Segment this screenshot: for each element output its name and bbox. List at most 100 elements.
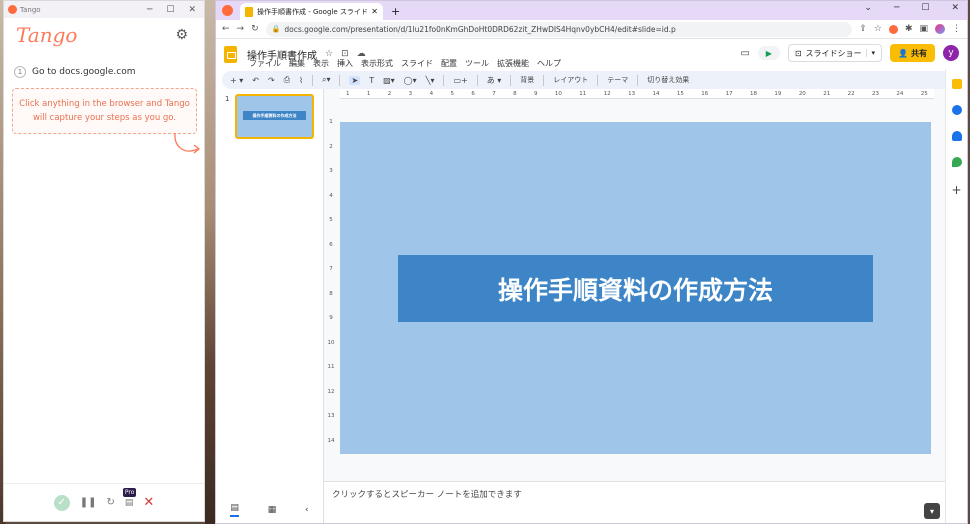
menu-edit[interactable]: 編集 — [289, 58, 305, 69]
menu-format[interactable]: 表示形式 — [361, 58, 393, 69]
comment-history-icon[interactable]: ▭ — [740, 48, 749, 59]
collapse-panel-icon[interactable]: ‹ — [305, 505, 309, 515]
notes-action-icon[interactable]: ▾ — [924, 503, 940, 519]
ruler-mark: 11 — [327, 364, 335, 371]
filmstrip-view-icon[interactable]: ▤ — [230, 503, 239, 517]
vertical-ruler[interactable]: 1 2 3 4 5 6 7 8 9 10 11 12 13 14 — [326, 109, 336, 454]
maximize-icon[interactable]: ☐ — [166, 5, 174, 15]
background-button[interactable]: 背景 — [520, 75, 534, 85]
tango-extension-icon[interactable] — [888, 24, 898, 34]
maps-icon[interactable] — [951, 157, 962, 167]
ruler-mark: 7 — [492, 90, 496, 97]
slide-title-box[interactable]: 操作手順資料の作成方法 — [398, 255, 873, 322]
paint-format-icon[interactable]: ⌇ — [299, 76, 303, 85]
more-vert-icon[interactable]: ⋮ — [952, 24, 961, 34]
menu-tools[interactable]: ツール — [465, 58, 489, 69]
ruler-mark: 14 — [652, 90, 660, 97]
comment-add-icon[interactable]: ▭+ — [453, 76, 467, 85]
menu-extensions[interactable]: 拡張機能 — [497, 58, 529, 69]
print-icon[interactable]: ⎙ — [284, 75, 290, 85]
tango-step-item[interactable]: 1 Go to docs.google.com — [4, 52, 204, 84]
select-cursor-icon[interactable]: ➤ — [349, 75, 361, 85]
back-icon[interactable]: ← — [222, 24, 230, 34]
restart-icon[interactable]: ↻ — [106, 497, 114, 508]
pause-icon[interactable]: ❚❚ — [80, 497, 97, 508]
tab-slides[interactable]: 操作手順書作成 - Google スライド ✕ — [240, 3, 383, 20]
ruler-mark: 12 — [603, 90, 611, 97]
speaker-notes[interactable]: クリックするとスピーカー ノートを追加できます ▾ — [324, 481, 946, 523]
slide-canvas[interactable]: 操作手順資料の作成方法 — [340, 122, 931, 454]
undo-icon[interactable]: ↶ — [252, 76, 259, 85]
menu-file[interactable]: ファイル — [249, 58, 281, 69]
ruler-mark: 3 — [408, 90, 413, 97]
reload-icon[interactable]: ↻ — [251, 24, 259, 34]
tango-logo: Tango — [16, 23, 78, 47]
keep-icon[interactable] — [951, 79, 962, 89]
tab-close-icon[interactable]: ✕ — [371, 7, 378, 16]
forward-icon[interactable]: → — [237, 24, 245, 34]
line-icon[interactable]: ╲▾ — [426, 76, 435, 85]
maximize-icon[interactable]: ☐ — [921, 3, 929, 13]
tab-title: 操作手順書作成 - Google スライド — [257, 7, 368, 16]
theme-button[interactable]: テーマ — [607, 75, 628, 85]
finish-check-icon[interactable]: ✓ — [53, 494, 70, 511]
slideshow-button[interactable]: ⊡ スライドショー ▾ — [787, 44, 883, 62]
add-addon-icon[interactable]: + — [951, 183, 961, 197]
extensions-icon[interactable]: ✱ — [905, 24, 913, 34]
ruler-mark: 8 — [329, 290, 333, 297]
url-field[interactable]: 🔒 docs.google.com/presentation/d/1lu21fo… — [265, 21, 853, 37]
slides-logo-icon[interactable] — [224, 45, 237, 63]
redo-icon[interactable]: ↷ — [268, 76, 275, 85]
share-page-icon[interactable]: ⇪ — [859, 24, 867, 34]
meet-camera-icon[interactable]: ▶ — [757, 46, 780, 60]
menu-slide[interactable]: スライド — [401, 58, 433, 69]
pro-badge: Pro — [122, 487, 137, 497]
tango-window-title: Tango — [20, 5, 41, 14]
account-avatar[interactable]: y — [943, 45, 959, 61]
present-icon: ⊡ — [794, 48, 802, 58]
horizontal-ruler[interactable]: 1 1 2 3 4 5 6 7 8 9 10 11 12 13 14 15 16… — [340, 89, 934, 99]
slide-thumbnail[interactable]: 操作手順資料の作成方法 — [235, 94, 314, 139]
pro-feature-button[interactable]: Pro ▤ — [122, 487, 137, 508]
tasks-icon[interactable] — [951, 105, 962, 115]
contacts-icon[interactable] — [951, 131, 962, 141]
ruler-mark: 2 — [329, 143, 333, 150]
bookmark-star-icon[interactable]: ☆ — [874, 24, 882, 34]
new-tab-icon[interactable]: + — [391, 5, 400, 18]
zoom-icon[interactable]: ⌕▾ — [322, 75, 331, 85]
ruler-mark: 23 — [871, 90, 879, 97]
lock-icon[interactable]: 🔒 — [272, 25, 281, 33]
close-icon[interactable]: ✕ — [951, 3, 959, 13]
input-tools-icon[interactable]: あ ▾ — [487, 75, 502, 86]
discard-x-icon[interactable]: ✕ — [143, 495, 154, 510]
filmstrip-view-switcher: ▤ ▦ ‹ — [216, 494, 324, 523]
new-slide-icon[interactable]: + ▾ — [230, 76, 243, 85]
curved-arrow-icon — [174, 132, 201, 154]
transition-button[interactable]: 切り替え効果 — [647, 75, 689, 85]
grid-view-icon[interactable]: ▦ — [268, 505, 277, 515]
minimize-icon[interactable]: ─ — [894, 3, 899, 13]
menu-insert[interactable]: 挿入 — [337, 58, 353, 69]
ruler-mark: 4 — [429, 90, 434, 97]
chevron-down-icon[interactable]: ▾ — [865, 49, 875, 57]
profile-avatar[interactable] — [935, 24, 945, 34]
ruler-mark: 19 — [774, 90, 782, 97]
gear-icon[interactable]: ⚙ — [175, 27, 188, 43]
share-button[interactable]: 👤 共有 — [890, 44, 935, 62]
menu-help[interactable]: ヘルプ — [537, 58, 561, 69]
menu-view[interactable]: 表示 — [313, 58, 329, 69]
close-icon[interactable]: ✕ — [188, 5, 196, 15]
layout-button[interactable]: レイアウト — [553, 75, 588, 85]
menu-arrange[interactable]: 配置 — [441, 58, 457, 69]
text-box-icon[interactable]: T — [369, 76, 374, 85]
side-panel-icon[interactable]: ▣ — [919, 24, 928, 34]
share-label: 共有 — [911, 48, 927, 58]
desktop-wallpaper — [205, 0, 215, 524]
image-icon[interactable]: ▨▾ — [383, 76, 395, 85]
shape-icon[interactable]: ◯▾ — [404, 76, 417, 85]
ruler-mark: 9 — [329, 315, 333, 322]
editor-area: 1 操作手順資料の作成方法 1 1 2 3 4 5 6 7 8 9 10 11 … — [216, 89, 946, 523]
ruler-mark: 1 — [346, 90, 350, 97]
chevron-down-icon[interactable]: ⌄ — [864, 3, 872, 13]
minimize-icon[interactable]: ─ — [147, 5, 152, 15]
